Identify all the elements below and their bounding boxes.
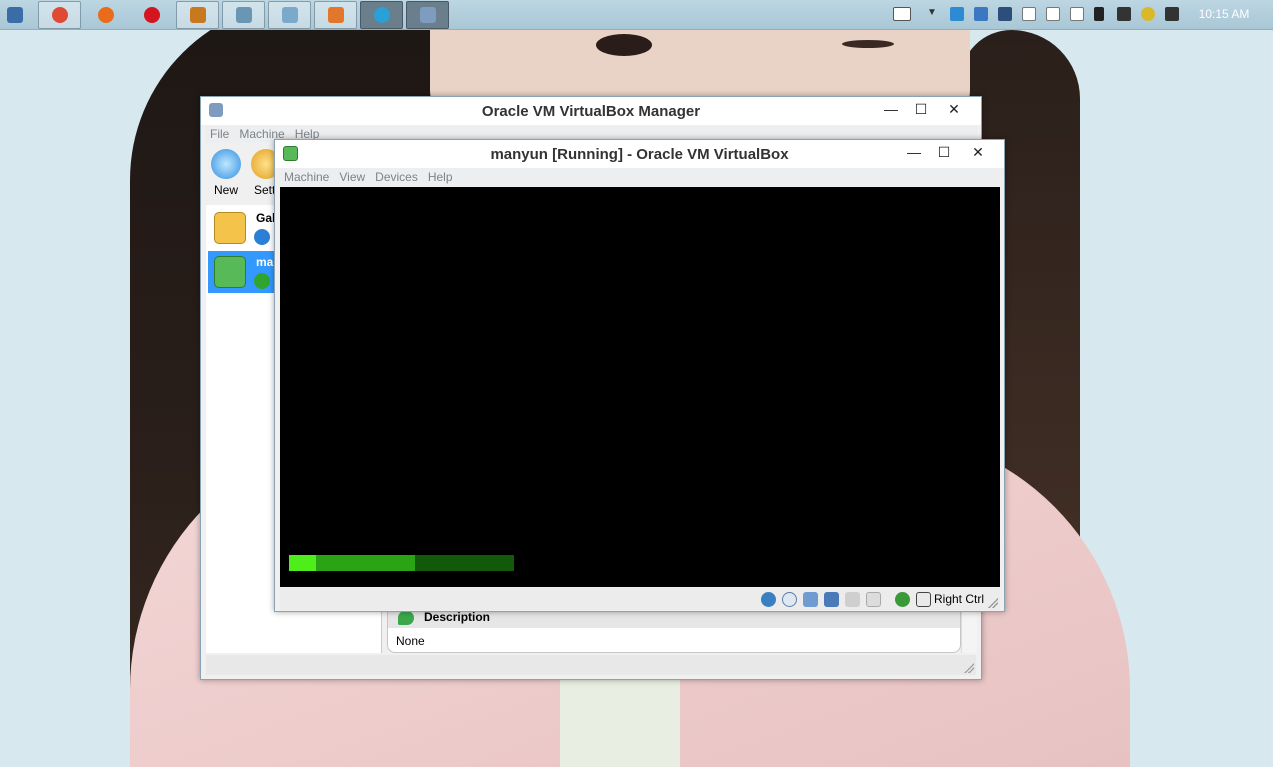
optical-drive-icon[interactable]: [782, 592, 797, 607]
vm-name: ma: [256, 255, 274, 269]
host-key-label: Right Ctrl: [934, 592, 985, 606]
os-icon: [214, 212, 246, 244]
flag-icon[interactable]: [1094, 7, 1104, 21]
resize-grip[interactable]: [988, 598, 998, 608]
manager-statusbar: [206, 655, 976, 675]
wallpaper-eye-open: [596, 34, 652, 56]
wifi-icon[interactable]: [1141, 7, 1155, 21]
maximize-button[interactable]: ☐: [906, 97, 936, 121]
keyboard-icon[interactable]: [893, 7, 911, 21]
opera-icon: [143, 7, 160, 23]
notepad-icon: [281, 7, 298, 23]
window-icon[interactable]: [974, 7, 988, 21]
vm-titlebar[interactable]: manyun [Running] - Oracle VM VirtualBox …: [275, 140, 1004, 168]
image-icon: [235, 7, 252, 23]
chevron-down-icon[interactable]: ▼: [927, 7, 941, 21]
network-icon[interactable]: [1070, 7, 1084, 21]
app-icon: [327, 7, 344, 23]
vm-menubar: Machine View Devices Help: [279, 168, 1000, 186]
firefox-icon: [97, 7, 114, 23]
vm-name: Gal: [256, 211, 276, 225]
taskbar-app-orange[interactable]: [314, 1, 357, 29]
volume-icon[interactable]: [1165, 7, 1179, 21]
vm-statusbar: Right Ctrl: [280, 588, 1000, 610]
boot-progress-bright: [289, 555, 316, 571]
close-button[interactable]: ✕: [939, 97, 969, 121]
computer-icon: [7, 7, 23, 23]
vm-title: manyun [Running] - Oracle VM VirtualBox: [490, 146, 789, 163]
minimize-button[interactable]: —: [876, 97, 906, 121]
new-icon: [211, 149, 241, 179]
network-adapter-icon[interactable]: [824, 592, 839, 607]
menu-devices[interactable]: Devices: [370, 168, 423, 186]
hard-disk-icon[interactable]: [761, 592, 776, 607]
taskbar-app-browser[interactable]: [360, 1, 403, 29]
virtualbox-icon: [419, 7, 436, 23]
taskbar-app-photo-viewer[interactable]: [222, 1, 265, 29]
network-icon[interactable]: [1022, 7, 1036, 21]
powered-off-icon: [254, 229, 270, 245]
network-icon[interactable]: [1046, 7, 1060, 21]
close-button[interactable]: ✕: [963, 140, 993, 164]
os-icon: [214, 256, 246, 288]
new-vm-button[interactable]: New: [206, 149, 246, 197]
taskbar-app-firefox[interactable]: [84, 1, 127, 29]
video-capture-icon[interactable]: [866, 592, 881, 607]
menu-help[interactable]: Help: [423, 168, 458, 186]
menu-file[interactable]: File: [205, 125, 234, 143]
taskbar: ▼ 10:15 AM: [0, 0, 1273, 30]
taskbar-app-chrome[interactable]: [38, 1, 81, 29]
taskbar-app-opera[interactable]: [130, 1, 173, 29]
running-arrow-icon: [254, 273, 270, 289]
clock[interactable]: 10:15 AM: [1192, 7, 1256, 21]
menu-machine[interactable]: Machine: [279, 168, 334, 186]
taskbar-app-virtualbox[interactable]: [406, 1, 449, 29]
manager-title: Oracle VM VirtualBox Manager: [481, 103, 701, 120]
chrome-icon: [51, 7, 68, 23]
screen-icon[interactable]: [998, 7, 1012, 21]
details-scrollbar[interactable]: [961, 605, 977, 653]
description-value: None: [396, 634, 425, 648]
battery-icon[interactable]: [1117, 7, 1131, 21]
dropbox-icon[interactable]: [950, 7, 964, 21]
globe-icon: [373, 7, 390, 23]
manager-titlebar[interactable]: Oracle VM VirtualBox Manager — ☐ ✕: [201, 97, 981, 125]
wallpaper-eye-closed: [842, 40, 894, 48]
resize-grip[interactable]: [964, 663, 974, 673]
start-button[interactable]: [0, 1, 30, 29]
minimize-button[interactable]: —: [899, 140, 929, 164]
speech-bubble-icon: [398, 611, 414, 625]
shared-folder-icon[interactable]: [845, 592, 860, 607]
taskbar-app-notepad[interactable]: [268, 1, 311, 29]
boot-progress-mid: [316, 555, 415, 571]
boot-progress-bar: [289, 555, 514, 571]
manager-toolbar: New Setti: [206, 145, 281, 201]
description-panel: Description None: [387, 605, 961, 653]
menu-view[interactable]: View: [334, 168, 370, 186]
vm-display[interactable]: [280, 187, 1000, 587]
new-label: New: [213, 183, 238, 197]
vm-window: manyun [Running] - Oracle VM VirtualBox …: [274, 139, 1005, 612]
mouse-integration-icon[interactable]: [895, 592, 910, 607]
usb-icon[interactable]: [803, 592, 818, 607]
description-heading: Description: [424, 610, 491, 624]
maximize-button[interactable]: ☐: [929, 140, 959, 164]
taskbar-app-media-player[interactable]: [176, 1, 219, 29]
keyboard-capture-icon[interactable]: [916, 592, 931, 607]
music-icon: [189, 7, 206, 23]
